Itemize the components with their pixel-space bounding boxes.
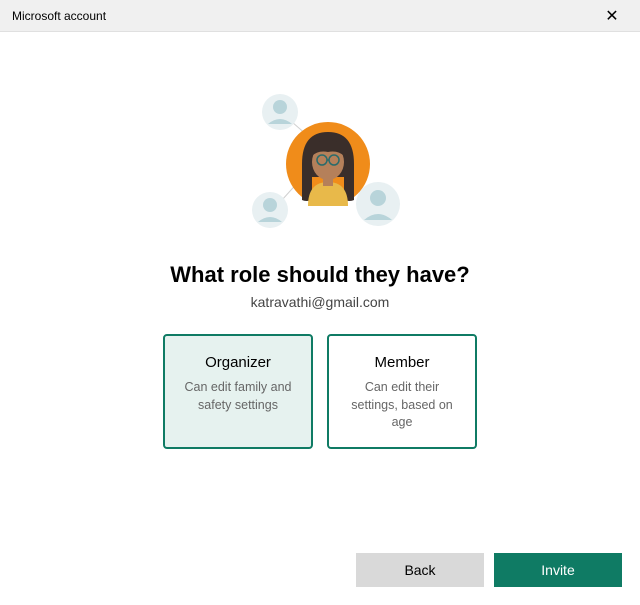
main-content: What role should they have? katravathi@g… <box>0 32 640 539</box>
role-organizer-card[interactable]: Organizer Can edit family and safety set… <box>163 334 313 449</box>
role-member-desc: Can edit their settings, based on age <box>343 379 461 432</box>
role-organizer-title: Organizer <box>205 354 271 371</box>
role-options: Organizer Can edit family and safety set… <box>163 334 477 449</box>
footer-actions: Back Invite <box>0 539 640 605</box>
window-title: Microsoft account <box>12 9 106 23</box>
family-illustration <box>220 82 420 242</box>
invitee-email: katravathi@gmail.com <box>251 294 390 310</box>
invite-button[interactable]: Invite <box>494 553 622 587</box>
role-member-card[interactable]: Member Can edit their settings, based on… <box>327 334 477 449</box>
role-organizer-desc: Can edit family and safety settings <box>179 379 297 414</box>
titlebar: Microsoft account ✕ <box>0 0 640 32</box>
back-button[interactable]: Back <box>356 553 484 587</box>
role-member-title: Member <box>374 354 429 371</box>
close-icon[interactable]: ✕ <box>596 6 628 26</box>
page-heading: What role should they have? <box>170 262 469 288</box>
